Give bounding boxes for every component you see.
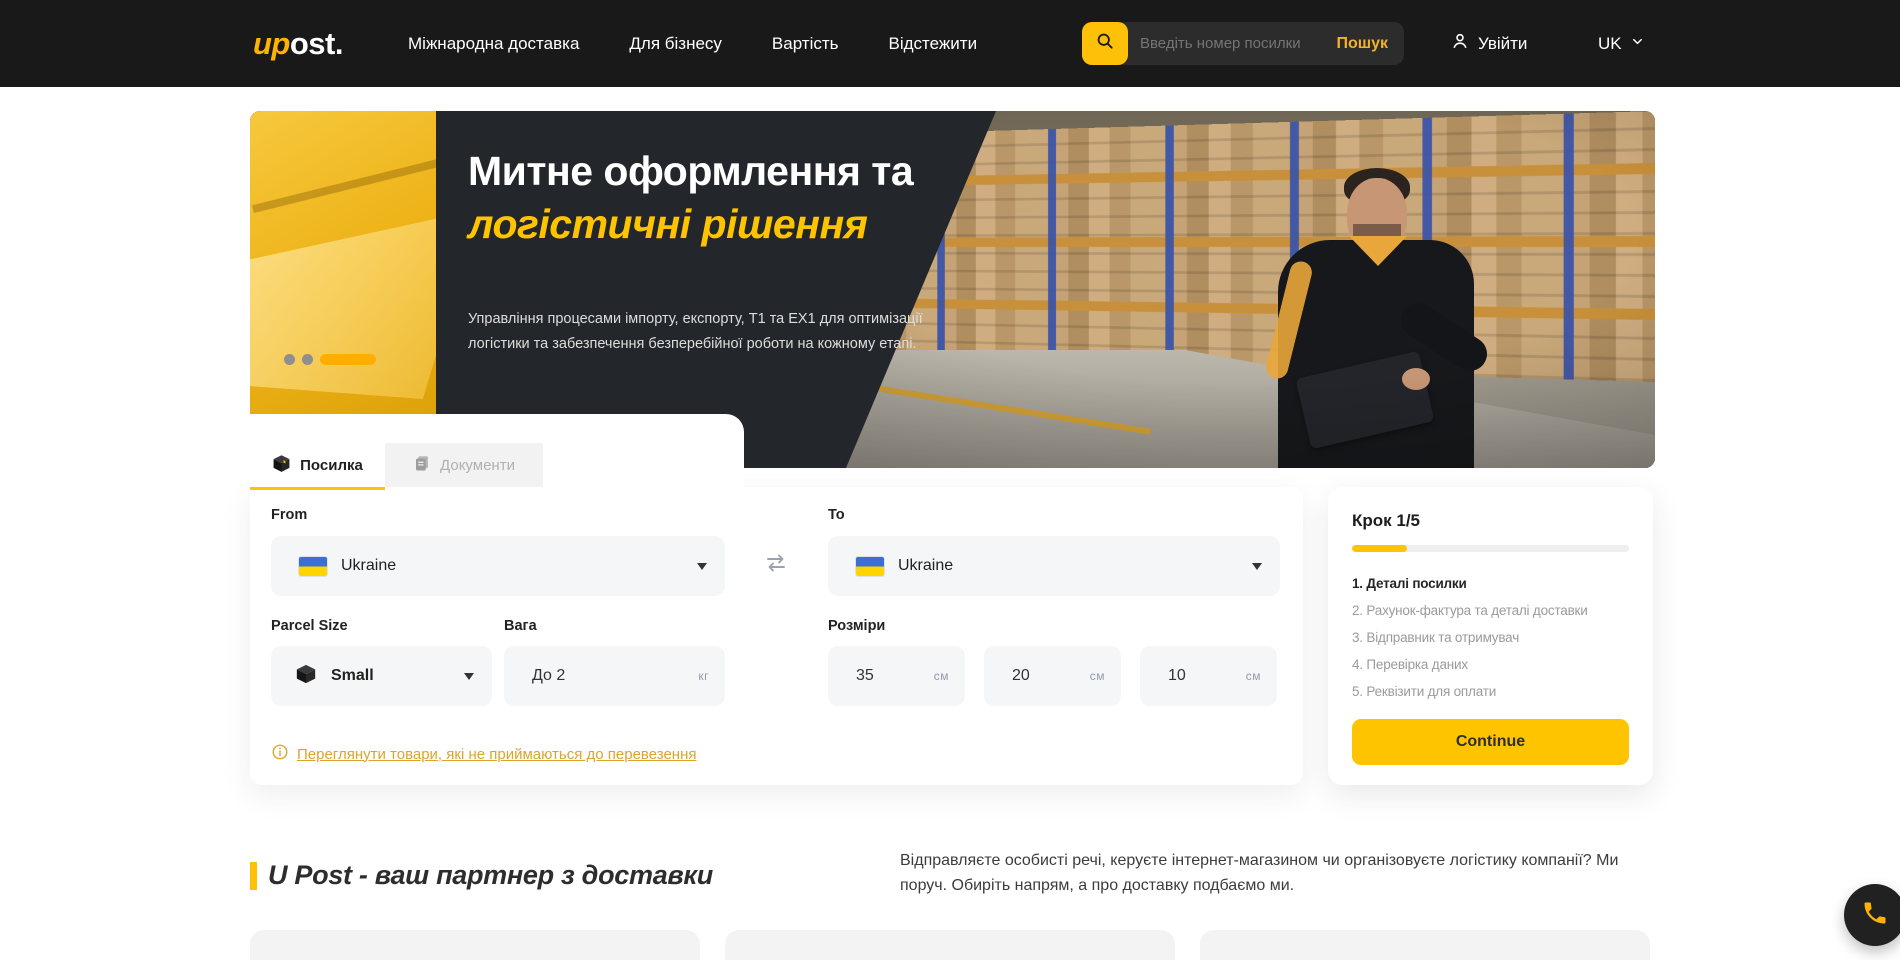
step-item-2: 2. Рахунок-фактура та деталі доставки: [1352, 597, 1629, 624]
phone-icon: [1861, 899, 1889, 932]
section-heading-block: U Post - ваш партнер з доставки: [250, 860, 713, 891]
hero-title: Митне оформлення та логістичні рішення: [468, 145, 913, 251]
carousel-dots: [284, 354, 376, 365]
caret-down-icon: [697, 563, 707, 570]
steps-title: Крок 1/5: [1352, 511, 1629, 531]
dimension-width-input[interactable]: [984, 667, 1066, 685]
to-country-value: Ukraine: [898, 557, 953, 575]
info-icon: [271, 743, 289, 765]
step-item-5: 5. Реквізити для оплати: [1352, 678, 1629, 705]
weight-unit: кг: [698, 669, 709, 683]
caret-down-icon: [1252, 563, 1262, 570]
weight-label: Вага: [504, 618, 537, 634]
swap-directions-button[interactable]: [758, 545, 794, 581]
steps-progress-bar: [1352, 545, 1629, 552]
tab-parcel[interactable]: Посилка: [250, 443, 385, 487]
language-code: UK: [1598, 34, 1622, 54]
from-country-value: Ukraine: [341, 557, 396, 575]
dimension-unit: см: [1246, 669, 1261, 683]
to-country-select[interactable]: Ukraine: [828, 536, 1280, 596]
step-item-1: 1. Деталі посилки: [1352, 570, 1629, 597]
main-nav: Міжнародна доставка Для бізнесу Вартість…: [408, 0, 977, 87]
chevron-down-icon: [1630, 34, 1645, 54]
tab-parcel-label: Посилка: [300, 457, 363, 474]
tab-strip: Посилка Документи: [250, 414, 744, 487]
parcel-size-select[interactable]: Small: [271, 646, 492, 706]
tab-documents-label: Документи: [440, 457, 515, 474]
dimension-unit: см: [934, 669, 949, 683]
upost-logo[interactable]: upost.: [253, 0, 343, 87]
search-input[interactable]: [1128, 35, 1336, 52]
nav-link-business[interactable]: Для бізнесу: [629, 34, 722, 54]
navbar: upost. Міжнародна доставка Для бізнесу В…: [0, 0, 1900, 87]
hero-subtitle: Управління процесами імпорту, експорту, …: [468, 307, 973, 357]
login-button[interactable]: Увійти: [1450, 0, 1527, 87]
service-card-top-3[interactable]: [1200, 930, 1650, 960]
search-icon-button[interactable]: [1082, 22, 1128, 65]
section-description: Відправляєте особисті речі, керуєте інте…: [900, 848, 1662, 898]
restricted-items-link[interactable]: Переглянути товари, які не приймаються д…: [271, 743, 697, 765]
nav-link-international[interactable]: Міжнародна доставка: [408, 34, 579, 54]
from-country-select[interactable]: Ukraine: [271, 536, 725, 596]
carousel-dot-3-active[interactable]: [320, 354, 376, 365]
hero-title-line2: логістичні рішення: [468, 198, 913, 251]
dimensions-label: Розміри: [828, 618, 885, 634]
steps-list: 1. Деталі посилки 2. Рахунок-фактура та …: [1352, 570, 1629, 705]
heading-accent-bar: [250, 862, 257, 890]
nav-link-track[interactable]: Відстежити: [889, 34, 978, 54]
dimension-length-input[interactable]: [828, 667, 910, 685]
weight-input[interactable]: [504, 667, 659, 685]
hero-title-line1: Митне оформлення та: [468, 145, 913, 198]
section-heading: U Post - ваш партнер з доставки: [268, 860, 713, 891]
restricted-items-link-label: Переглянути товари, які не приймаються д…: [297, 746, 697, 763]
parcel-box-icon: [272, 454, 291, 477]
step-item-4: 4. Перевірка даних: [1352, 651, 1629, 678]
ukraine-flag-icon: [299, 557, 327, 576]
steps-progress-fill: [1352, 545, 1407, 552]
tab-documents[interactable]: Документи: [385, 443, 543, 487]
search-icon: [1095, 31, 1115, 56]
shipment-form-card: From Ukraine To Ukraine Parcel Size Smal…: [250, 487, 1303, 785]
user-icon: [1450, 31, 1470, 56]
parcel-size-value: Small: [331, 667, 374, 685]
parcel-size-box-icon: [295, 663, 317, 690]
login-label: Увійти: [1478, 34, 1527, 54]
language-selector[interactable]: UK: [1598, 0, 1645, 87]
from-label: From: [271, 507, 307, 523]
tracking-search: Пошук: [1082, 22, 1404, 65]
service-card-top-2[interactable]: [725, 930, 1175, 960]
nav-link-pricing[interactable]: Вартість: [772, 34, 839, 54]
dimension-unit: см: [1090, 669, 1105, 683]
call-widget-button[interactable]: [1844, 884, 1900, 946]
logo-rest: ost.: [290, 26, 343, 62]
logo-accent: up: [253, 26, 290, 62]
caret-down-icon: [464, 673, 474, 680]
carousel-dot-1[interactable]: [284, 354, 295, 365]
step-item-3: 3. Відправник та отримувач: [1352, 624, 1629, 651]
checkout-steps-card: Крок 1/5 1. Деталі посилки 2. Рахунок-фа…: [1328, 487, 1653, 785]
dimension-height-field: см: [1140, 646, 1277, 706]
service-card-top-1[interactable]: [250, 930, 700, 960]
shipment-type-tabs: Посилка Документи: [250, 443, 543, 487]
dimension-length-field: см: [828, 646, 965, 706]
dimension-width-field: см: [984, 646, 1121, 706]
dimension-height-input[interactable]: [1140, 667, 1222, 685]
weight-field: кг: [504, 646, 725, 706]
ukraine-flag-icon: [856, 557, 884, 576]
to-label: To: [828, 507, 845, 523]
search-submit[interactable]: Пошук: [1336, 35, 1404, 53]
continue-button[interactable]: Continue: [1352, 719, 1629, 765]
carousel-dot-2[interactable]: [302, 354, 313, 365]
documents-icon: [413, 454, 431, 476]
parcel-size-label: Parcel Size: [271, 618, 348, 634]
